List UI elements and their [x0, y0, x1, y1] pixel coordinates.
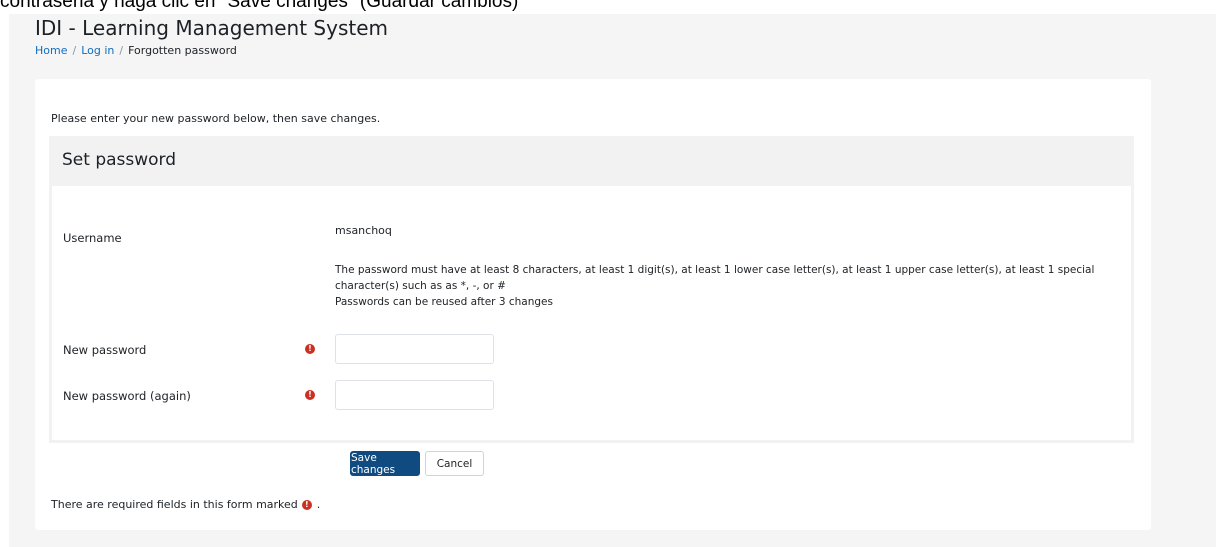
- breadcrumb-login[interactable]: Log in: [81, 44, 114, 57]
- required-note-end: .: [316, 498, 321, 511]
- breadcrumb-separator: /: [72, 44, 77, 57]
- main-card: Please enter your new password below, th…: [35, 79, 1151, 530]
- form-intro: Please enter your new password below, th…: [51, 112, 381, 125]
- breadcrumb: Home / Log in / Forgotten password: [35, 44, 237, 57]
- password-help: The password must have at least 8 charac…: [335, 262, 1125, 310]
- required-fields-note: There are required fields in this form m…: [51, 498, 320, 511]
- required-exclamation-icon: !: [301, 499, 312, 510]
- username-label: Username: [63, 231, 122, 245]
- required-exclamation-icon: !: [305, 344, 315, 354]
- breadcrumb-current: Forgotten password: [128, 44, 237, 57]
- save-changes-button[interactable]: Save changes: [350, 451, 420, 476]
- fieldset-legend: Set password: [62, 150, 177, 170]
- password-rules: The password must have at least 8 charac…: [335, 264, 1095, 292]
- username-value: msanchoq: [335, 224, 392, 237]
- new-password-input[interactable]: [335, 334, 494, 364]
- required-exclamation-icon: !: [305, 390, 315, 400]
- fieldset-header: Set password: [49, 136, 1134, 186]
- new-password-again-input[interactable]: [335, 380, 494, 410]
- breadcrumb-separator: /: [119, 44, 124, 57]
- site-title: IDI - Learning Management System: [35, 16, 388, 40]
- new-password-label: New password: [63, 343, 147, 357]
- breadcrumb-home[interactable]: Home: [35, 44, 67, 57]
- instruction-caption: contraseña y haga clic en "Save changes"…: [0, 0, 519, 12]
- new-password-again-label: New password (again): [63, 389, 191, 403]
- fieldset-body: [49, 186, 1134, 443]
- cancel-button[interactable]: Cancel: [425, 451, 484, 476]
- required-note-text: There are required fields in this form m…: [51, 498, 298, 511]
- password-reuse-note: Passwords can be reused after 3 changes: [335, 296, 553, 308]
